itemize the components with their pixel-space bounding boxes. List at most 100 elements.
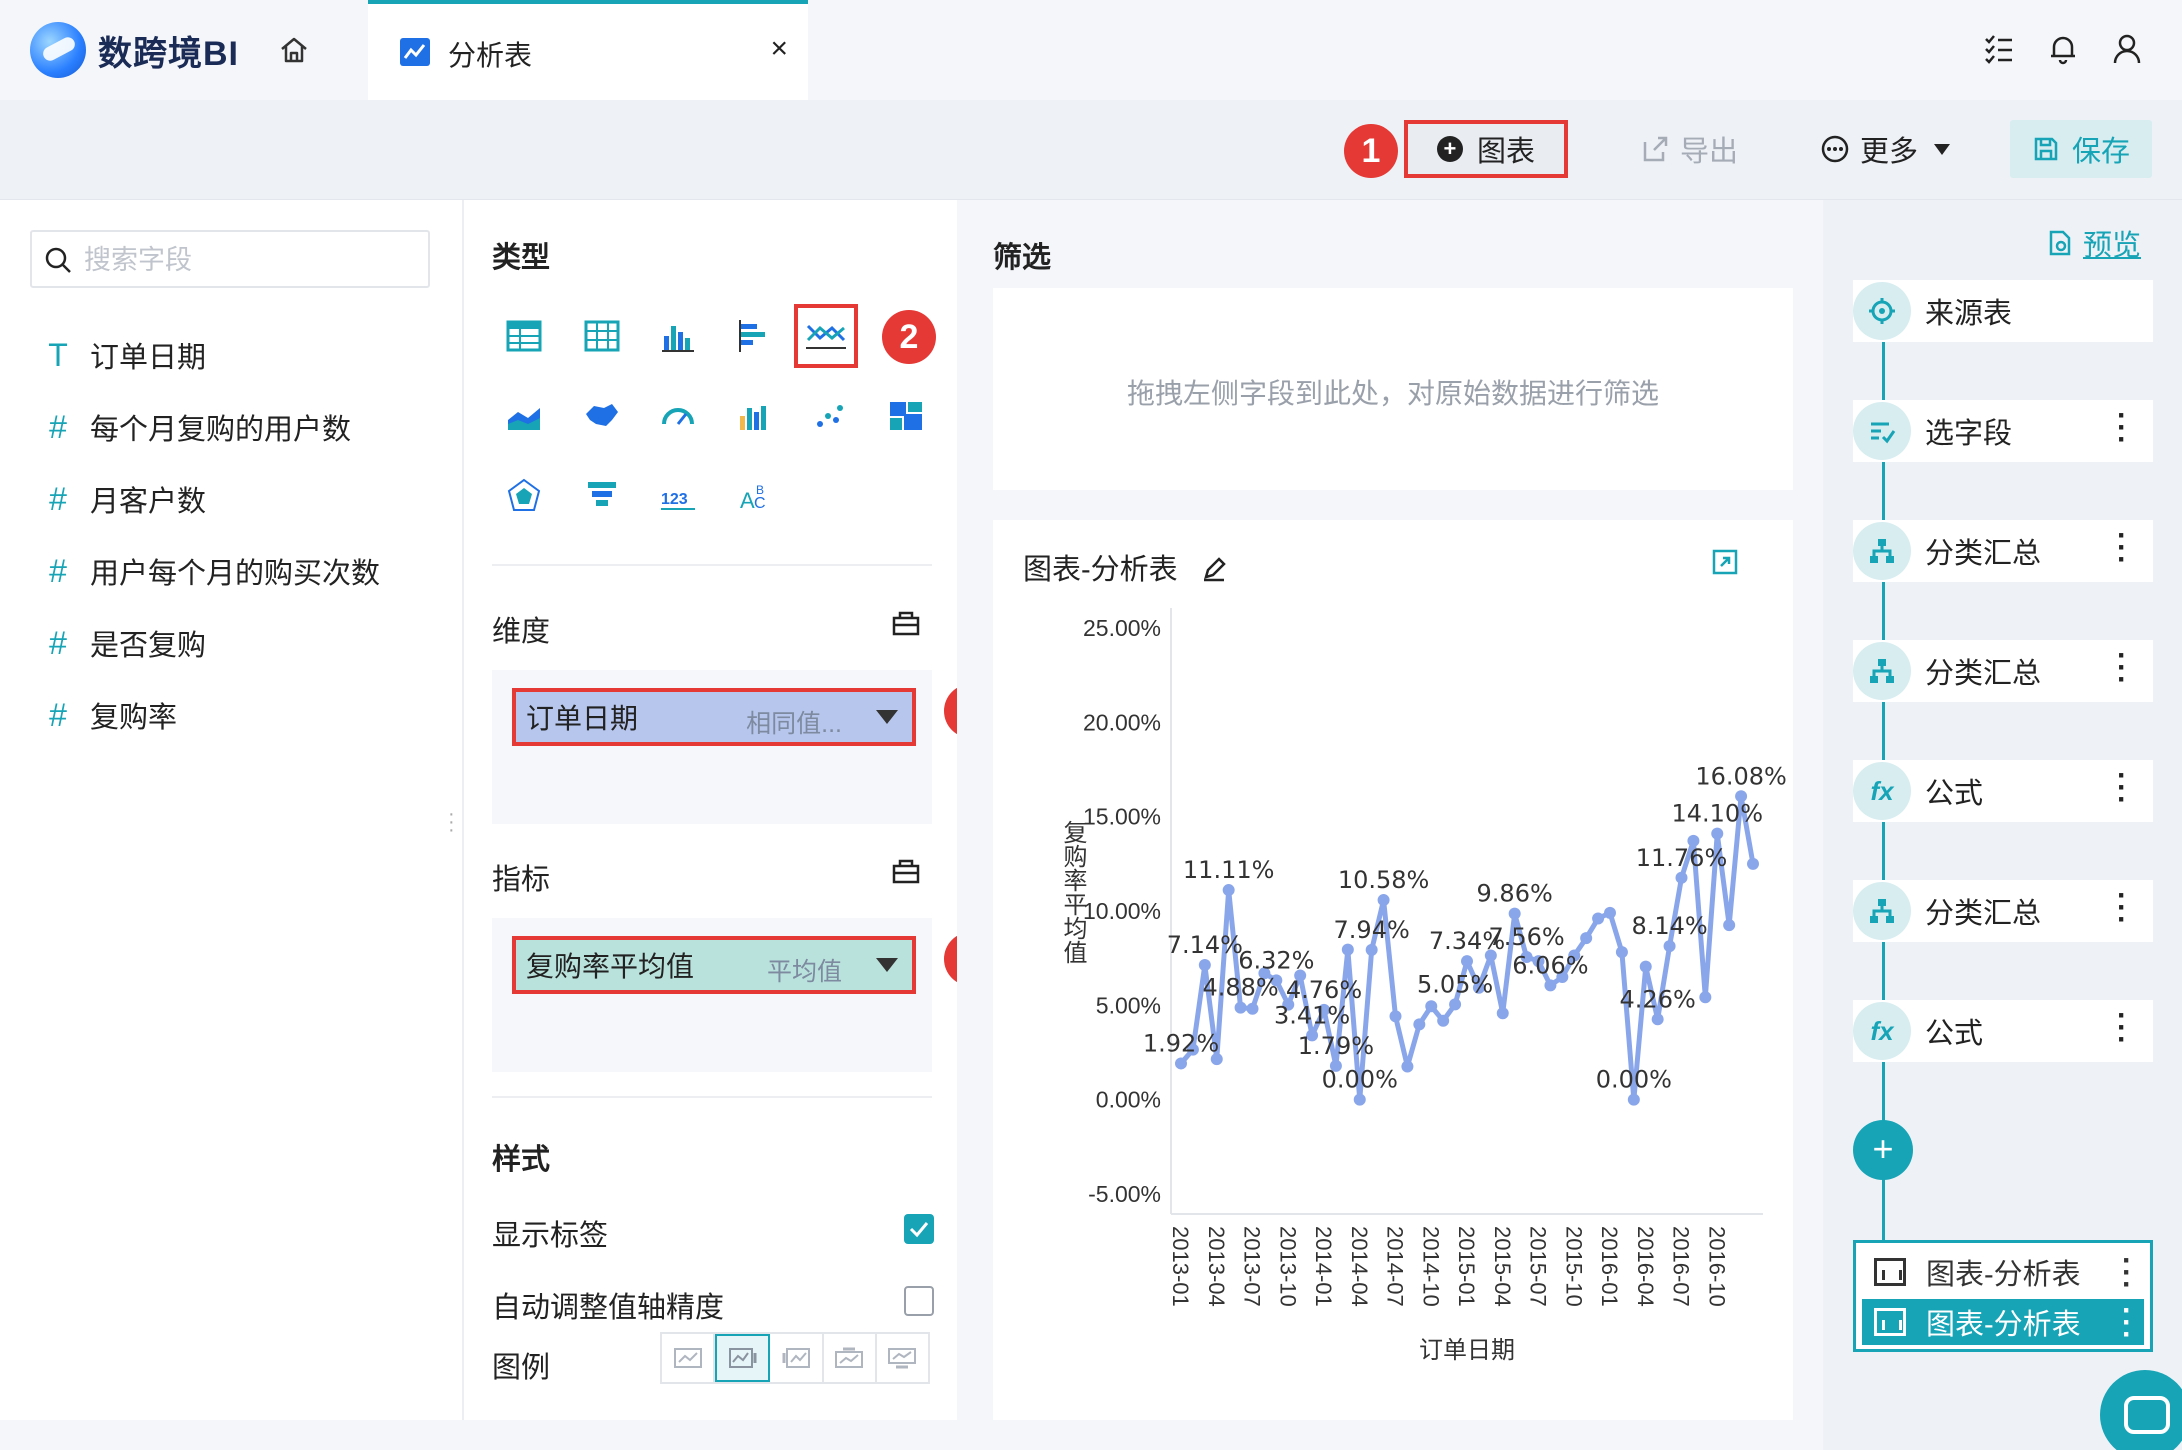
preview-link[interactable]: 预览 <box>2045 222 2141 264</box>
panel-resize-handle[interactable]: · · · <box>448 804 455 840</box>
node-menu-icon[interactable]: · · · <box>2117 521 2127 575</box>
preview-label: 预览 <box>2083 230 2142 262</box>
output-chart-item[interactable]: 图表-分析表 · · · <box>1862 1246 2144 1300</box>
add-node-button[interactable]: + <box>1853 1120 1913 1180</box>
svg-text:C: C <box>754 495 766 512</box>
node-menu-icon[interactable]: · · · <box>2117 881 2127 935</box>
bell-icon[interactable] <box>2046 32 2080 66</box>
node-menu-icon[interactable]: · · · <box>2117 641 2127 695</box>
dimension-drop-zone[interactable]: 订单日期 相同值... <box>492 670 932 824</box>
data-point <box>1341 943 1354 956</box>
logo-mark-icon <box>30 22 86 78</box>
table-chart-icon[interactable] <box>504 316 544 356</box>
y-axis-title: 复购率平均值 <box>1059 820 1087 964</box>
legend-right-option[interactable] <box>715 1334 771 1382</box>
field-name: 月客户数 <box>90 486 207 518</box>
dimension-pill-order-date[interactable]: 订单日期 相同值... <box>512 688 916 746</box>
tab-label: 分析表 <box>448 40 533 71</box>
field-item-repurchase-rate[interactable]: # 复购率 <box>40 690 177 740</box>
main-area: 筛选 拖拽左侧字段到此处，对原始数据进行筛选 图表-分析表 -5.00% 0.00… <box>957 200 1823 1420</box>
data-point <box>1508 907 1521 920</box>
area-chart-icon[interactable] <box>504 396 544 436</box>
save-button[interactable]: 保存 <box>2010 120 2152 178</box>
repurchase-rate-line-chart: -5.00% 0.00% 5.00% 10.00% 15.00% 20.00% 25.00%… <box>1059 608 1787 1364</box>
user-icon[interactable] <box>2110 32 2144 66</box>
map-chart-icon[interactable] <box>582 396 622 436</box>
add-chart-label: 图表 <box>1476 136 1535 168</box>
flow-node-group-summary[interactable]: 分类汇总 · · · <box>1853 640 2153 702</box>
legend-bottom-option[interactable] <box>877 1334 928 1382</box>
data-label: 7.94% <box>1334 916 1410 944</box>
output-chart-item-active[interactable]: 图表-分析表 · · · <box>1862 1296 2144 1350</box>
y-tick-label: 10.00% <box>1083 898 1161 924</box>
scatter-chart-icon[interactable] <box>810 396 850 436</box>
metric-config-icon[interactable] <box>890 856 922 886</box>
data-point <box>1175 1057 1187 1070</box>
legend-top-option[interactable] <box>824 1334 877 1382</box>
data-label: 7.56% <box>1488 923 1564 951</box>
field-item-is-repurchase[interactable]: # 是否复购 <box>40 618 206 668</box>
x-tick-label: 2015-04 <box>1490 1226 1515 1307</box>
data-point <box>1198 958 1211 971</box>
kpi-number-icon[interactable]: 123 <box>658 476 698 516</box>
home-icon[interactable] <box>278 34 310 66</box>
output-menu-icon[interactable]: · · · <box>2122 1246 2132 1300</box>
flow-node-formula[interactable]: fx 公式 · · · <box>1853 1000 2153 1062</box>
word-cloud-icon[interactable]: A BC <box>734 476 774 516</box>
export-button[interactable]: 导出 <box>1640 120 1760 178</box>
field-search-input[interactable] <box>84 240 414 280</box>
output-menu-icon[interactable]: · · · <box>2122 1296 2132 1350</box>
more-button[interactable]: 更多 <box>1820 120 1970 178</box>
field-item-monthly-repurchase-users[interactable]: # 每个月复购的用户数 <box>40 402 351 452</box>
metric-title: 指标 <box>492 864 551 896</box>
data-point <box>1449 998 1462 1011</box>
dimension-dropdown-icon[interactable] <box>876 710 898 724</box>
x-tick-label: 2014-04 <box>1347 1226 1372 1307</box>
flow-panel: 预览 来源表 选字段 · · · 分类汇总 · · · 分类汇总 · · · fx 公式 ·… <box>1823 200 2182 1450</box>
add-chart-button[interactable]: + 图表 <box>1404 120 1568 178</box>
preview-icon <box>2049 230 2071 256</box>
combo-chart-icon[interactable] <box>734 396 774 436</box>
detail-table-icon[interactable] <box>582 316 622 356</box>
number-type-icon: # <box>49 480 67 517</box>
node-menu-icon[interactable]: · · · <box>2117 401 2127 455</box>
source-icon <box>1853 282 1911 340</box>
text-type-icon: T <box>48 336 68 373</box>
flow-node-select-fields[interactable]: 选字段 · · · <box>1853 400 2153 462</box>
flow-node-group-summary[interactable]: 分类汇总 · · · <box>1853 520 2153 582</box>
x-tick-label: 2016-10 <box>1704 1226 1729 1307</box>
tab-close-button[interactable]: × <box>770 32 788 66</box>
line-chart-icon <box>806 324 846 349</box>
app-logo[interactable]: 数跨境BI <box>30 22 239 78</box>
tab-analysis-table[interactable]: 分析表 × <box>368 0 808 100</box>
metric-pill-repurchase-avg[interactable]: 复购率平均值 平均值 <box>512 936 916 994</box>
line-chart-type-selected[interactable] <box>794 304 858 368</box>
field-item-monthly-customers[interactable]: # 月客户数 <box>40 474 206 524</box>
column-chart-icon[interactable] <box>658 316 698 356</box>
radar-chart-icon[interactable] <box>504 476 544 516</box>
flow-node-group-summary[interactable]: 分类汇总 · · · <box>1853 880 2153 942</box>
flow-node-formula[interactable]: fx 公式 · · · <box>1853 760 2153 822</box>
x-tick-label: 2014-01 <box>1311 1226 1336 1307</box>
dimension-config-icon[interactable] <box>890 608 922 638</box>
show-labels-checkbox[interactable] <box>904 1214 934 1244</box>
data-label: 0.00% <box>1596 1066 1672 1094</box>
metric-drop-zone[interactable]: 复购率平均值 平均值 <box>492 918 932 1072</box>
metric-dropdown-icon[interactable] <box>876 958 898 972</box>
bar-chart-icon[interactable] <box>734 316 774 356</box>
funnel-chart-icon[interactable] <box>582 476 622 516</box>
node-menu-icon[interactable]: · · · <box>2117 1001 2127 1055</box>
x-tick-label: 2016-01 <box>1597 1226 1622 1307</box>
legend-left-option[interactable] <box>770 1334 824 1382</box>
gauge-chart-icon[interactable] <box>658 396 698 436</box>
filter-drop-zone[interactable]: 拖拽左侧字段到此处，对原始数据进行筛选 <box>993 288 1793 490</box>
task-list-icon[interactable] <box>1982 32 2016 66</box>
data-point <box>1246 1002 1259 1015</box>
auto-precision-checkbox[interactable] <box>904 1286 934 1316</box>
treemap-chart-icon[interactable] <box>886 396 926 436</box>
node-menu-icon[interactable]: · · · <box>2117 761 2127 815</box>
flow-node-source-table[interactable]: 来源表 <box>1853 280 2153 342</box>
legend-none-option[interactable] <box>662 1334 716 1382</box>
field-item-order-date[interactable]: T 订单日期 <box>40 330 206 380</box>
field-item-monthly-purchase-count[interactable]: # 用户每个月的购买次数 <box>40 546 380 596</box>
